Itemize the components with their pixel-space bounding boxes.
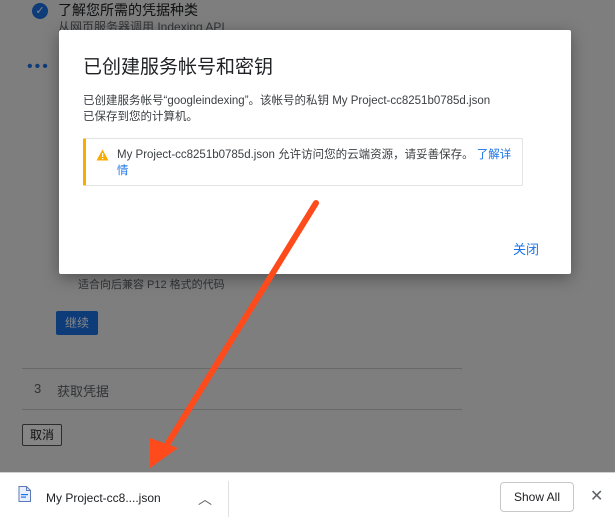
dialog-title: 已创建服务帐号和密钥 [83, 57, 274, 78]
file-icon [18, 486, 31, 502]
chevron-up-icon[interactable]: ︿ [198, 489, 212, 509]
service-account-created-dialog: 已创建服务帐号和密钥 已创建服务帐号“googleindexing”。该帐号的私… [59, 30, 571, 274]
dialog-body-line: 已保存到您的计算机。 [83, 111, 198, 123]
alert-text: My Project-cc8251b0785d.json 允许访问您的云端资源，… [117, 147, 517, 179]
warning-icon [96, 149, 109, 161]
alert-message: My Project-cc8251b0785d.json 允许访问您的云端资源，… [117, 149, 474, 161]
close-icon[interactable]: ✕ [590, 486, 603, 506]
close-button[interactable]: 关闭 [513, 239, 539, 258]
dialog-body-line: 已创建服务帐号“googleindexing”。该帐号的私钥 My Projec… [83, 95, 491, 107]
divider [228, 481, 229, 517]
show-all-button[interactable]: Show All [500, 482, 574, 512]
download-file-name[interactable]: My Project-cc8....json [46, 491, 161, 505]
dialog-body: 已创建服务帐号“googleindexing”。该帐号的私钥 My Projec… [83, 93, 553, 125]
download-bar: My Project-cc8....json ︿ Show All ✕ [0, 472, 615, 523]
warning-alert: My Project-cc8251b0785d.json 允许访问您的云端资源，… [83, 138, 523, 186]
